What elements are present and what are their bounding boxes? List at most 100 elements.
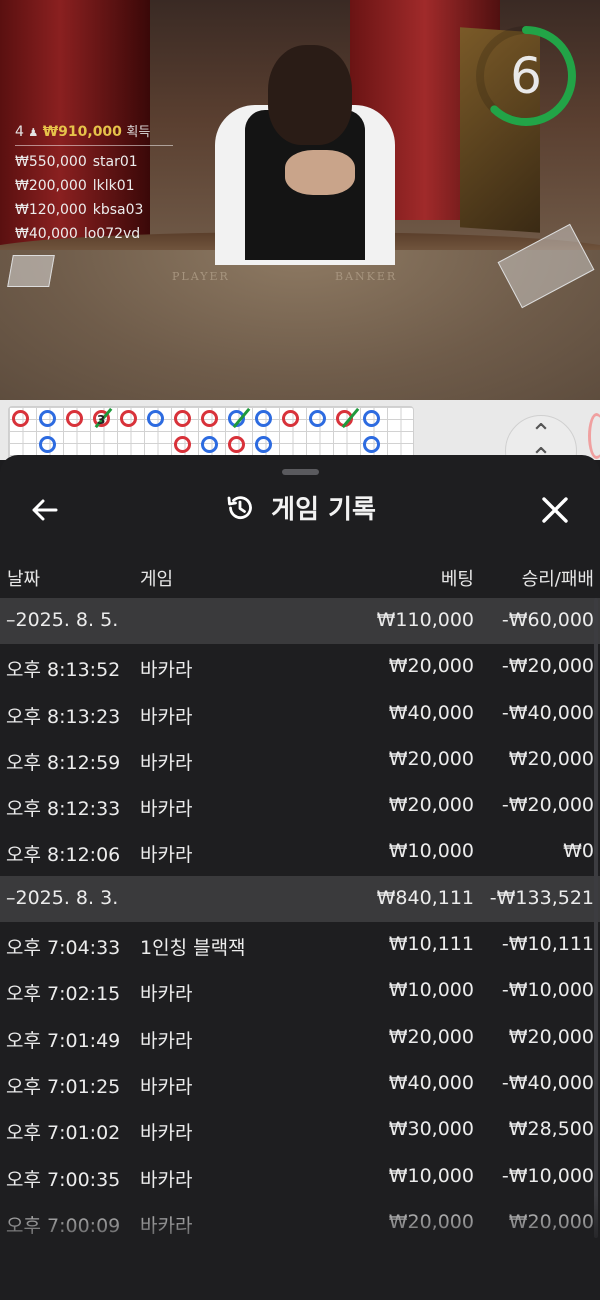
row-game: 바카라	[140, 659, 193, 682]
row-win-loss: ₩20,000	[508, 1025, 594, 1048]
card-shoe-left	[7, 255, 55, 287]
row-win-loss: -₩10,000	[501, 979, 594, 1002]
live-video-feed: PLAYER BANKER 6 4 ♟ ₩910,000 획득 ₩550,000…	[0, 0, 600, 400]
row-bet: ₩10,000	[388, 840, 474, 863]
history-list[interactable]: –2025. 8. 5. ₩110,000 -₩60,000 오후 8:13:52 바카…	[0, 598, 600, 1246]
winners-total: ₩910,000	[42, 124, 122, 140]
sheet-title: 게임 기록	[271, 495, 376, 525]
divider	[15, 145, 173, 146]
dealer-hands	[285, 150, 355, 195]
player-result-mark	[255, 436, 272, 453]
date-group-row[interactable]: –2025. 8. 3. ₩840,111 -₩133,521	[0, 875, 600, 923]
row-bet: ₩20,000	[388, 747, 474, 770]
banker-area-label: BANKER	[335, 270, 398, 283]
player-result-mark	[363, 436, 380, 453]
history-row[interactable]: 오후 8:13:23 바카라 ₩40,000 -₩40,000	[0, 691, 600, 737]
back-button[interactable]	[24, 489, 66, 531]
date-group-row[interactable]: –2025. 8. 5. ₩110,000 -₩60,000	[0, 598, 600, 645]
row-bet: ₩10,000	[388, 1164, 474, 1187]
sheet-drag-handle[interactable]	[282, 469, 319, 475]
row-win-loss: ₩20,000	[508, 747, 594, 770]
row-bet: ₩20,000	[388, 794, 474, 817]
scrollbar[interactable]	[594, 598, 598, 1238]
banker-result-mark	[228, 436, 245, 453]
row-bet: ₩10,111	[388, 933, 474, 956]
row-win-loss: -₩10,111	[501, 933, 594, 956]
row-game: 1인칭 블랙잭	[140, 937, 246, 960]
row-time: 오후 7:02:15	[6, 983, 121, 1006]
banker-result-mark	[12, 410, 29, 427]
row-bet: ₩40,000	[388, 701, 474, 724]
row-bet: ₩20,000	[388, 655, 474, 678]
winner-count: 4	[15, 124, 24, 140]
winners-panel: 4 ♟ ₩910,000 획득 ₩550,000 star01 ₩200,000 lk…	[15, 121, 175, 246]
row-bet: ₩20,000	[388, 1025, 474, 1048]
winner-name: lo072vd	[83, 226, 141, 242]
player-result-mark	[255, 410, 272, 427]
banker-result-mark	[282, 410, 299, 427]
history-row[interactable]: 오후 7:01:49 바카라 ₩20,000 ₩20,000	[0, 1015, 600, 1061]
row-bet: ₩40,000	[388, 1071, 474, 1094]
dealer-head	[268, 45, 352, 145]
row-time: 오후 7:00:09	[6, 1214, 121, 1237]
row-game: 바카라	[140, 1122, 193, 1145]
history-row[interactable]: 오후 8:12:59 바카라 ₩20,000 ₩20,000	[0, 737, 600, 783]
history-icon	[227, 495, 252, 519]
row-game: 바카라	[140, 983, 193, 1006]
history-row[interactable]: 오후 8:12:06 바카라 ₩10,000 ₩0	[0, 829, 600, 875]
history-row[interactable]: 오후 7:04:33 1인칭 블랙잭 ₩10,111 -₩10,111	[0, 922, 600, 968]
player-result-mark	[363, 410, 380, 427]
group-win-loss-total: -₩133,521	[489, 886, 594, 909]
winner-name: lklk01	[92, 178, 135, 194]
winner-entry: ₩40,000 lo072vd	[15, 222, 175, 246]
winner-amount: ₩120,000	[15, 202, 87, 218]
banker-result-mark	[174, 436, 191, 453]
row-game: 바카라	[140, 1029, 193, 1052]
banker-result-mark	[120, 410, 137, 427]
row-time: 오후 7:01:02	[6, 1122, 121, 1145]
history-row[interactable]: 오후 7:00:09 바카라 ₩20,000 ₩20,000	[0, 1200, 600, 1246]
winner-name: star01	[92, 154, 138, 170]
column-header-win-loss: 승리/패배	[521, 569, 594, 590]
row-game: 바카라	[140, 751, 193, 774]
banker-result-mark	[201, 410, 218, 427]
winner-amount: ₩550,000	[15, 154, 87, 170]
close-button[interactable]	[534, 489, 576, 531]
table-header: 날짜 게임 베팅 승리/패배	[0, 559, 600, 595]
row-bet: ₩30,000	[388, 1118, 474, 1141]
history-row[interactable]: 오후 7:00:35 바카라 ₩10,000 -₩10,000	[0, 1154, 600, 1200]
group-bet-total: ₩110,000	[376, 609, 474, 631]
player-result-mark	[147, 410, 164, 427]
group-win-loss-total: -₩60,000	[501, 609, 594, 631]
row-game: 바카라	[140, 1075, 193, 1098]
column-header-game: 게임	[140, 569, 174, 590]
player-result-mark	[39, 410, 56, 427]
person-icon: ♟	[28, 126, 39, 139]
history-row[interactable]: 오후 8:13:52 바카라 ₩20,000 -₩20,000	[0, 644, 600, 690]
row-game: 바카라	[140, 1168, 193, 1191]
winner-entry: ₩550,000 star01	[15, 150, 175, 174]
row-time: 오후 7:04:33	[6, 937, 121, 960]
row-time: 오후 8:12:59	[6, 751, 121, 774]
row-time: 오후 8:12:06	[6, 844, 121, 867]
group-bet-total: ₩840,111	[376, 886, 474, 909]
column-header-date: 날짜	[7, 569, 41, 590]
history-row[interactable]: 오후 7:02:15 바카라 ₩10,000 -₩10,000	[0, 968, 600, 1014]
history-row[interactable]: 오후 8:12:33 바카라 ₩20,000 -₩20,000	[0, 783, 600, 829]
winners-total-label: 획득	[126, 125, 151, 140]
column-header-bet: 베팅	[440, 569, 474, 590]
row-bet: ₩20,000	[388, 1210, 474, 1233]
row-win-loss: -₩40,000	[501, 1071, 594, 1094]
player-result-mark	[39, 436, 56, 453]
side-road-edge	[588, 413, 600, 459]
countdown-timer-value: 6	[510, 47, 542, 105]
close-icon	[542, 497, 568, 523]
history-row[interactable]: 오후 7:01:25 바카라 ₩40,000 -₩40,000	[0, 1061, 600, 1107]
row-win-loss: ₩28,500	[508, 1118, 594, 1141]
history-row[interactable]: 오후 7:01:02 바카라 ₩30,000 ₩28,500	[0, 1107, 600, 1153]
row-game: 바카라	[140, 798, 193, 821]
game-history-sheet: 게임 기록 날짜 게임 베팅 승리/패배 –2025. 8. 5. ₩110,00…	[0, 455, 600, 1300]
winner-amount: ₩200,000	[15, 178, 87, 194]
row-time: 오후 7:01:25	[6, 1075, 121, 1098]
winners-summary: 4 ♟ ₩910,000 획득	[15, 121, 175, 143]
